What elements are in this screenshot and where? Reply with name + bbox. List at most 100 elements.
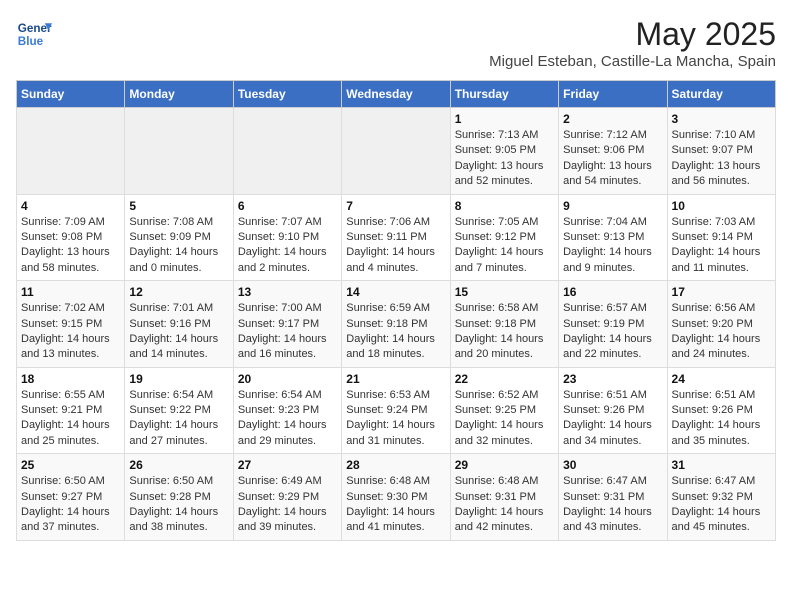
day-info: Sunrise: 6:49 AM Sunset: 9:29 PM Dayligh… [238, 474, 337, 536]
day-number: 9 [563, 199, 662, 213]
calendar-cell: 24 Sunrise: 6:51 AM Sunset: 9:26 PM Dayli… [667, 367, 775, 454]
day-info: Sunrise: 7:04 AM Sunset: 9:13 PM Dayligh… [563, 215, 662, 277]
day-number: 21 [346, 372, 445, 386]
calendar-cell: 12 Sunrise: 7:01 AM Sunset: 9:16 PM Dayli… [125, 281, 233, 368]
week-row-2: 11 Sunrise: 7:02 AM Sunset: 9:15 PM Dayli… [17, 281, 776, 368]
calendar-cell: 28Sunrise: 6:48 AM Sunset: 9:30 PM Dayli… [342, 454, 450, 541]
day-info: Sunrise: 7:09 AM Sunset: 9:08 PM Dayligh… [21, 215, 120, 277]
calendar-header-thursday: Thursday [450, 81, 558, 108]
day-info: Sunrise: 6:57 AM Sunset: 9:19 PM Dayligh… [563, 301, 662, 363]
logo-icon: General Blue [16, 16, 52, 52]
day-info: Sunrise: 6:48 AM Sunset: 9:30 PM Dayligh… [346, 474, 445, 536]
day-number: 29 [455, 458, 554, 472]
day-number: 22 [455, 372, 554, 386]
day-info: Sunrise: 7:03 AM Sunset: 9:14 PM Dayligh… [672, 215, 771, 277]
calendar-cell: 26Sunrise: 6:50 AM Sunset: 9:28 PM Dayli… [125, 454, 233, 541]
calendar-cell: 22Sunrise: 6:52 AM Sunset: 9:25 PM Dayli… [450, 367, 558, 454]
day-number: 23 [563, 372, 662, 386]
calendar-cell: 5 Sunrise: 7:08 AM Sunset: 9:09 PM Daylig… [125, 194, 233, 281]
day-info: Sunrise: 7:01 AM Sunset: 9:16 PM Dayligh… [129, 301, 228, 363]
calendar-cell: 6Sunrise: 7:07 AM Sunset: 9:10 PM Daylig… [233, 194, 341, 281]
calendar-header-sunday: Sunday [17, 81, 125, 108]
calendar-cell [342, 108, 450, 195]
calendar-cell: 15Sunrise: 6:58 AM Sunset: 9:18 PM Dayli… [450, 281, 558, 368]
calendar-cell: 4 Sunrise: 7:09 AM Sunset: 9:08 PM Daylig… [17, 194, 125, 281]
header: General Blue May 2025 Miguel Esteban, Ca… [16, 16, 776, 70]
calendar-cell [125, 108, 233, 195]
day-number: 5 [129, 199, 228, 213]
calendar-header-monday: Monday [125, 81, 233, 108]
day-number: 13 [238, 285, 337, 299]
day-info: Sunrise: 7:06 AM Sunset: 9:11 PM Dayligh… [346, 215, 445, 277]
calendar-cell: 27Sunrise: 6:49 AM Sunset: 9:29 PM Dayli… [233, 454, 341, 541]
calendar-cell: 9 Sunrise: 7:04 AM Sunset: 9:13 PM Daylig… [559, 194, 667, 281]
day-number: 11 [21, 285, 120, 299]
day-info: Sunrise: 7:02 AM Sunset: 9:15 PM Dayligh… [21, 301, 120, 363]
calendar-cell: 16 Sunrise: 6:57 AM Sunset: 9:19 PM Dayli… [559, 281, 667, 368]
day-info: Sunrise: 6:54 AM Sunset: 9:22 PM Dayligh… [129, 388, 228, 450]
location-subtitle: Miguel Esteban, Castille-La Mancha, Spai… [489, 53, 776, 70]
day-number: 12 [129, 285, 228, 299]
day-number: 8 [455, 199, 554, 213]
calendar-cell: 25 Sunrise: 6:50 AM Sunset: 9:27 PM Dayli… [17, 454, 125, 541]
day-info: Sunrise: 7:08 AM Sunset: 9:09 PM Dayligh… [129, 215, 228, 277]
calendar-cell: 31 Sunrise: 6:47 AM Sunset: 9:32 PM Dayli… [667, 454, 775, 541]
month-title: May 2025 [489, 16, 776, 53]
calendar-cell: 23Sunrise: 6:51 AM Sunset: 9:26 PM Dayli… [559, 367, 667, 454]
day-number: 4 [21, 199, 120, 213]
calendar-cell [233, 108, 341, 195]
day-number: 15 [455, 285, 554, 299]
day-number: 17 [672, 285, 771, 299]
week-row-1: 4 Sunrise: 7:09 AM Sunset: 9:08 PM Daylig… [17, 194, 776, 281]
calendar-cell: 29 Sunrise: 6:48 AM Sunset: 9:31 PM Dayli… [450, 454, 558, 541]
logo: General Blue [16, 16, 52, 52]
day-info: Sunrise: 6:47 AM Sunset: 9:31 PM Dayligh… [563, 474, 662, 536]
day-number: 1 [455, 112, 554, 126]
day-number: 14 [346, 285, 445, 299]
day-info: Sunrise: 7:05 AM Sunset: 9:12 PM Dayligh… [455, 215, 554, 277]
day-number: 25 [21, 458, 120, 472]
day-info: Sunrise: 7:13 AM Sunset: 9:05 PM Dayligh… [455, 128, 554, 190]
week-row-3: 18 Sunrise: 6:55 AM Sunset: 9:21 PM Dayli… [17, 367, 776, 454]
day-info: Sunrise: 7:12 AM Sunset: 9:06 PM Dayligh… [563, 128, 662, 190]
day-number: 7 [346, 199, 445, 213]
calendar-cell: 8 Sunrise: 7:05 AM Sunset: 9:12 PM Daylig… [450, 194, 558, 281]
day-info: Sunrise: 6:53 AM Sunset: 9:24 PM Dayligh… [346, 388, 445, 450]
day-info: Sunrise: 6:56 AM Sunset: 9:20 PM Dayligh… [672, 301, 771, 363]
day-info: Sunrise: 6:55 AM Sunset: 9:21 PM Dayligh… [21, 388, 120, 450]
day-info: Sunrise: 6:51 AM Sunset: 9:26 PM Dayligh… [672, 388, 771, 450]
calendar-table: SundayMondayTuesdayWednesdayThursdayFrid… [16, 80, 776, 541]
svg-text:Blue: Blue [18, 35, 44, 48]
day-number: 20 [238, 372, 337, 386]
day-info: Sunrise: 7:10 AM Sunset: 9:07 PM Dayligh… [672, 128, 771, 190]
calendar-header-saturday: Saturday [667, 81, 775, 108]
calendar-cell: 14Sunrise: 6:59 AM Sunset: 9:18 PM Dayli… [342, 281, 450, 368]
calendar-header-friday: Friday [559, 81, 667, 108]
day-number: 16 [563, 285, 662, 299]
day-info: Sunrise: 7:00 AM Sunset: 9:17 PM Dayligh… [238, 301, 337, 363]
calendar-cell: 1 Sunrise: 7:13 AM Sunset: 9:05 PM Daylig… [450, 108, 558, 195]
calendar-cell: 7 Sunrise: 7:06 AM Sunset: 9:11 PM Daylig… [342, 194, 450, 281]
calendar-body: 1 Sunrise: 7:13 AM Sunset: 9:05 PM Daylig… [17, 108, 776, 541]
day-number: 30 [563, 458, 662, 472]
day-number: 24 [672, 372, 771, 386]
day-number: 31 [672, 458, 771, 472]
day-info: Sunrise: 6:50 AM Sunset: 9:27 PM Dayligh… [21, 474, 120, 536]
title-area: May 2025 Miguel Esteban, Castille-La Man… [489, 16, 776, 70]
calendar-cell: 13 Sunrise: 7:00 AM Sunset: 9:17 PM Dayli… [233, 281, 341, 368]
day-number: 19 [129, 372, 228, 386]
week-row-4: 25 Sunrise: 6:50 AM Sunset: 9:27 PM Dayli… [17, 454, 776, 541]
day-number: 10 [672, 199, 771, 213]
day-number: 6 [238, 199, 337, 213]
day-info: Sunrise: 6:48 AM Sunset: 9:31 PM Dayligh… [455, 474, 554, 536]
calendar-cell: 11 Sunrise: 7:02 AM Sunset: 9:15 PM Dayli… [17, 281, 125, 368]
calendar-cell: 10 Sunrise: 7:03 AM Sunset: 9:14 PM Dayli… [667, 194, 775, 281]
calendar-cell [17, 108, 125, 195]
calendar-cell: 30 Sunrise: 6:47 AM Sunset: 9:31 PM Dayli… [559, 454, 667, 541]
calendar-header-wednesday: Wednesday [342, 81, 450, 108]
day-info: Sunrise: 6:47 AM Sunset: 9:32 PM Dayligh… [672, 474, 771, 536]
calendar-header-tuesday: Tuesday [233, 81, 341, 108]
calendar-cell: 18 Sunrise: 6:55 AM Sunset: 9:21 PM Dayli… [17, 367, 125, 454]
day-info: Sunrise: 6:50 AM Sunset: 9:28 PM Dayligh… [129, 474, 228, 536]
day-number: 18 [21, 372, 120, 386]
